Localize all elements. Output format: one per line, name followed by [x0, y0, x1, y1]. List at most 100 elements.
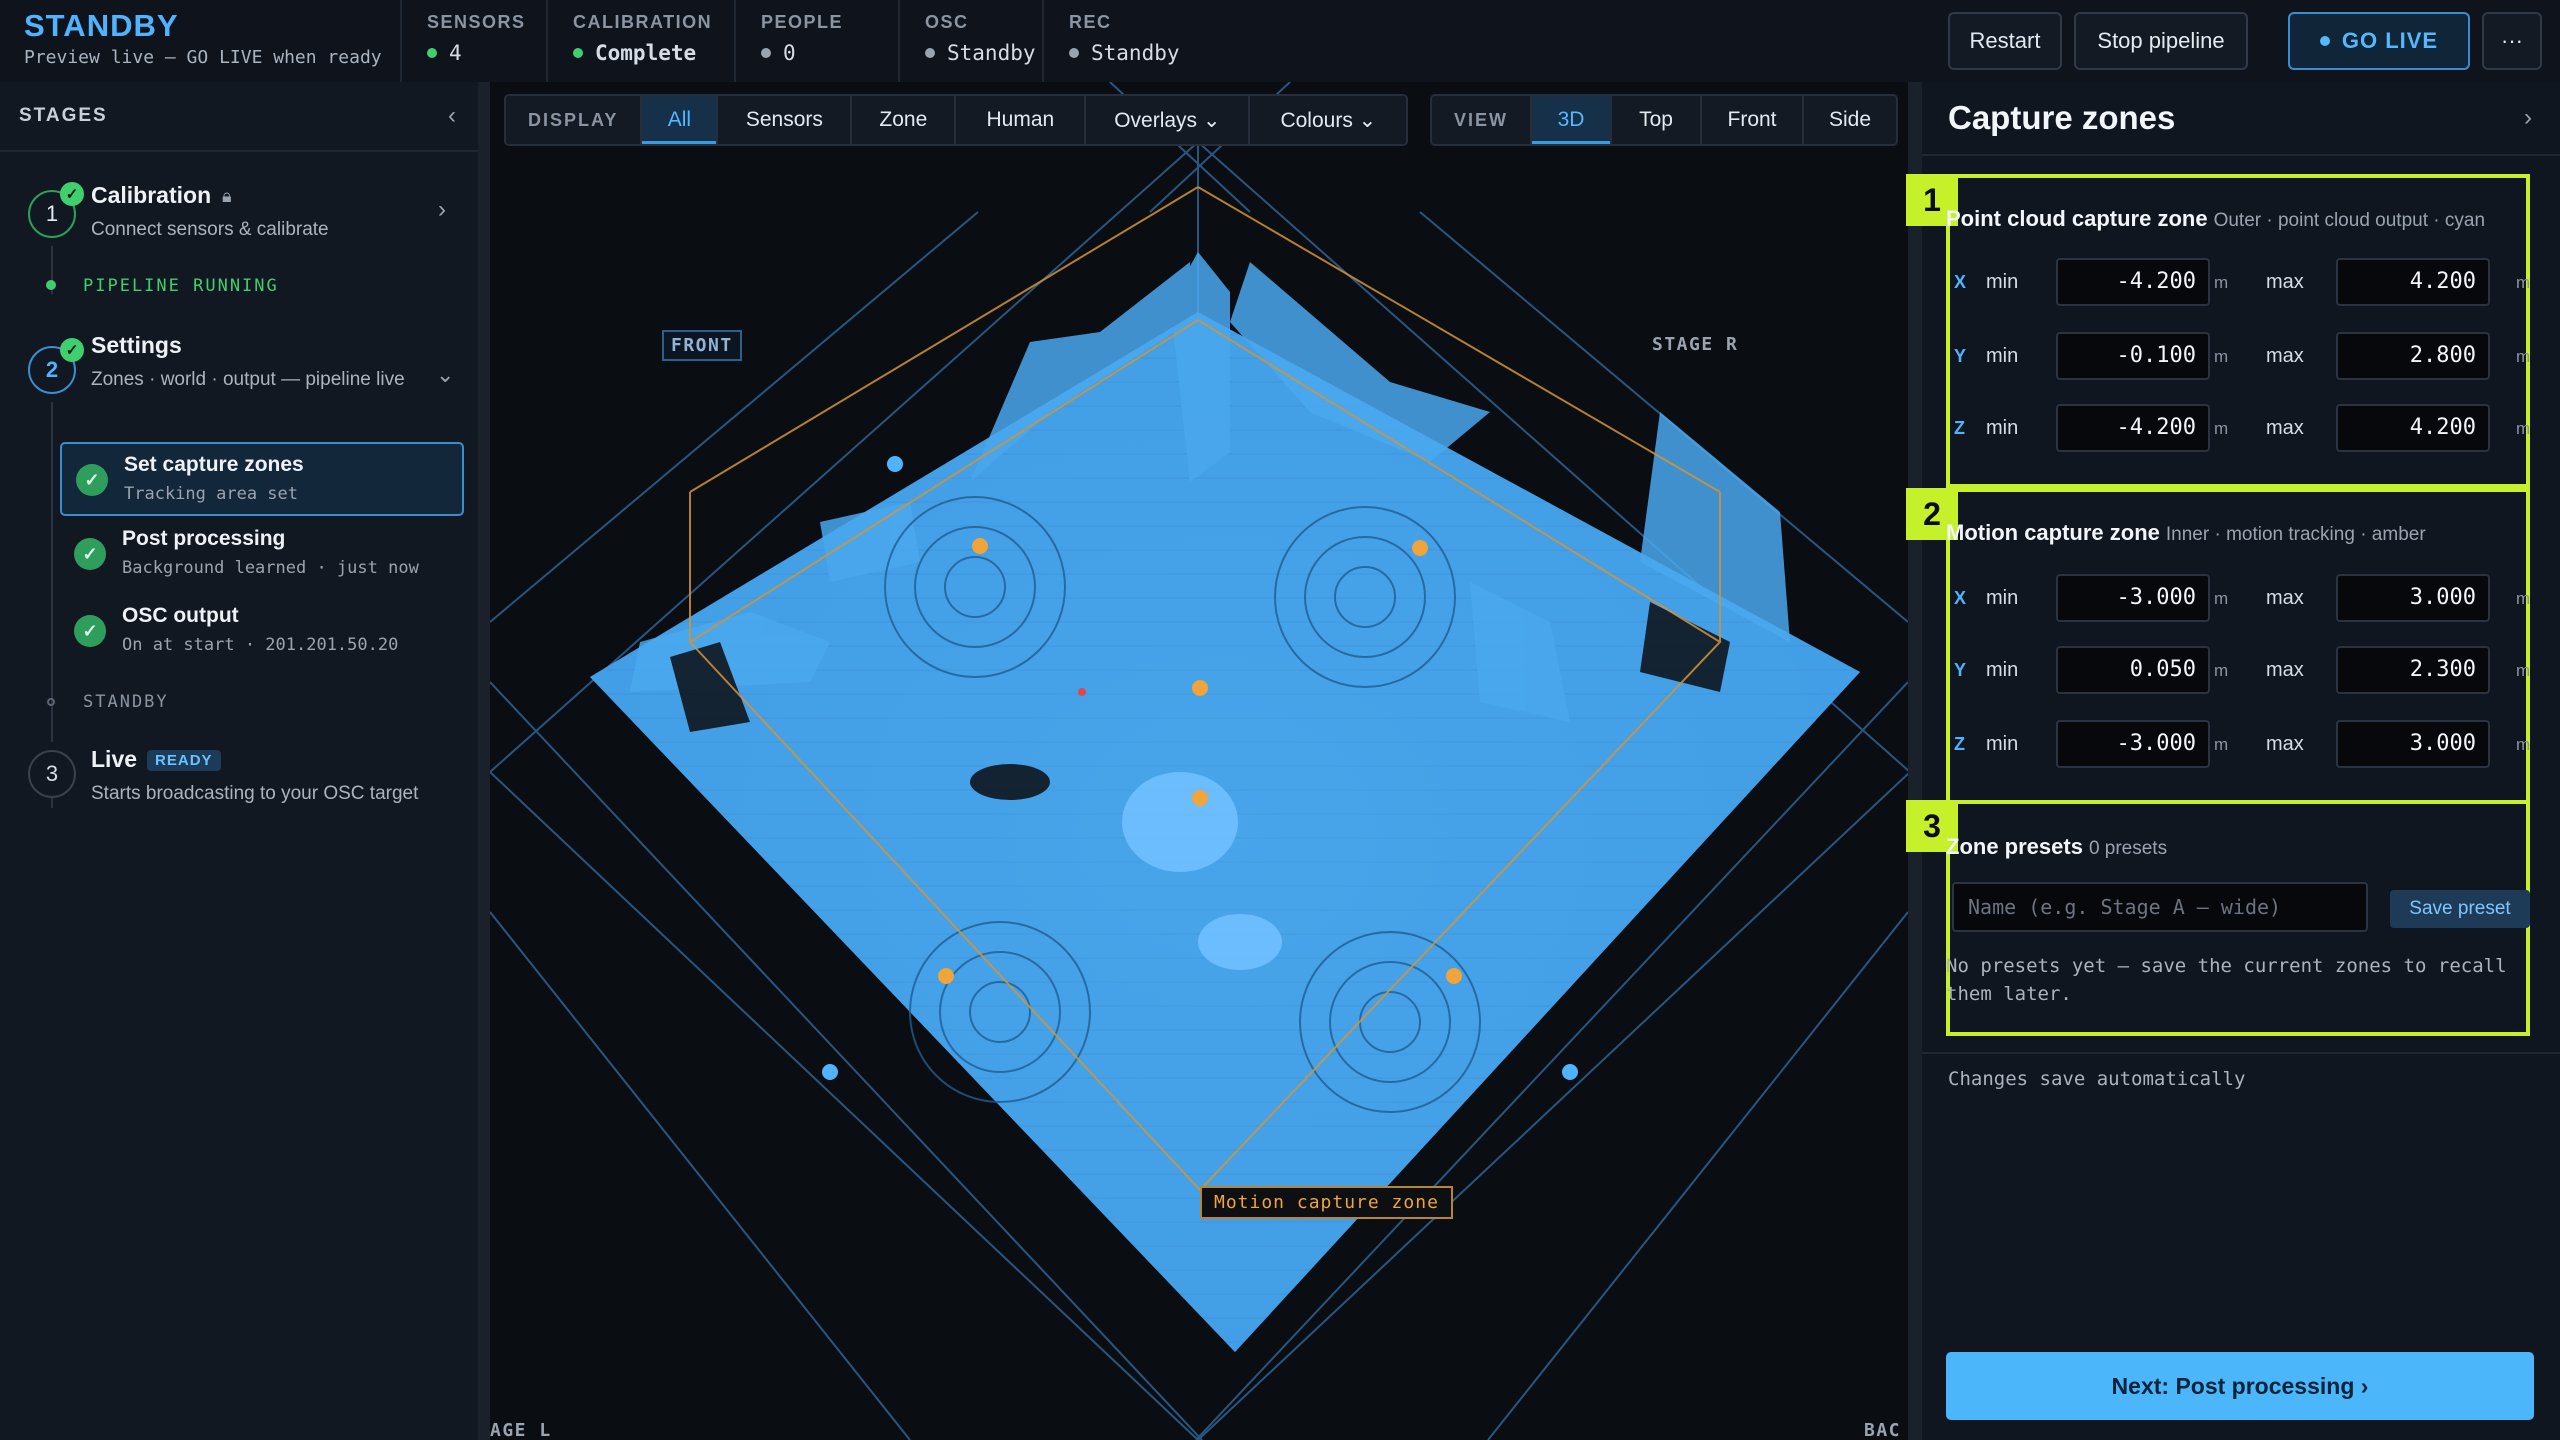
zone-note: Inner · motion tracking · amber	[2165, 524, 2426, 545]
view-side-button[interactable]: Side	[1804, 96, 1896, 144]
ready-badge: READY	[147, 750, 221, 772]
unit-label: m	[2214, 661, 2229, 680]
panel-title: Capture zones	[1948, 99, 2176, 136]
display-zone-button[interactable]: Zone	[852, 96, 957, 144]
overlays-dropdown[interactable]: Overlays ⌄	[1086, 96, 1251, 144]
x-max-input[interactable]: 3.000	[2336, 574, 2490, 622]
axis-label: Y	[1954, 660, 1967, 680]
axis-row-x: X min -3.000 m max 3.000 m	[1950, 574, 2534, 626]
check-icon: ✓	[60, 182, 84, 206]
unit-label: m	[2516, 347, 2531, 366]
y-min-input[interactable]: -0.100	[2056, 332, 2210, 380]
idle-dot-icon	[925, 48, 935, 58]
status-rec-value: Standby	[1091, 41, 1180, 65]
save-preset-button[interactable]: Save preset	[2390, 890, 2530, 928]
view-top-button[interactable]: Top	[1612, 96, 1703, 144]
substep-osc-output[interactable]: ✓ OSC output On at start · 201.201.50.20	[60, 595, 464, 669]
colours-dropdown[interactable]: Colours ⌄	[1250, 96, 1406, 144]
motion-zone-handle[interactable]	[1446, 968, 1462, 984]
axis-row-y: Y min -0.100 m max 2.800 m	[1950, 332, 2534, 384]
top-bar: STANDBY Preview live — GO LIVE when read…	[0, 0, 2560, 84]
display-all-button[interactable]: All	[642, 96, 719, 144]
y-min-input[interactable]: 0.050	[2056, 646, 2210, 694]
motion-zone-handle[interactable]	[1412, 540, 1428, 556]
substep-subtitle: On at start · 201.201.50.20	[122, 635, 399, 655]
axis-label: Y	[1954, 346, 1967, 366]
restart-button[interactable]: Restart	[1948, 12, 2062, 70]
substep-post-processing[interactable]: ✓ Post processing Background learned · j…	[60, 518, 464, 592]
substep-set-capture-zones[interactable]: ✓ Set capture zones Tracking area set	[60, 442, 464, 516]
go-live-button[interactable]: GO LIVE	[2288, 12, 2470, 70]
splitter-left[interactable]	[478, 82, 490, 1440]
unit-label: m	[2214, 735, 2229, 754]
panel-header: Capture zones ›	[1922, 82, 2560, 156]
motion-zone-section: 2 Motion capture zone Inner · motion trac…	[1906, 488, 2530, 804]
status-osc-label: OSC	[925, 12, 969, 32]
autosave-note: Changes save automatically	[1948, 1068, 2246, 1090]
status-people-value: 0	[783, 41, 796, 65]
timeline-line	[51, 402, 53, 742]
axis-label: Z	[1954, 418, 1965, 438]
axis-label: X	[1954, 588, 1967, 608]
status-rec-label: REC	[1069, 12, 1112, 32]
zone-title-row: Motion capture zone Inner · motion tracki…	[1946, 520, 2426, 546]
status-calibration: CALIBRATION Complete	[546, 0, 734, 82]
more-menu-button[interactable]: ···	[2482, 12, 2542, 70]
view-3d-button[interactable]: 3D	[1532, 96, 1613, 144]
unit-label: m	[2214, 419, 2229, 438]
preset-name-input[interactable]	[1952, 882, 2368, 932]
stage-r-label: STAGE R	[1652, 334, 1739, 355]
ok-dot-icon	[427, 48, 437, 58]
min-label: min	[1986, 345, 2019, 367]
max-label: max	[2266, 587, 2304, 609]
max-label: max	[2266, 733, 2304, 755]
splitter-right[interactable]	[1908, 82, 1922, 1440]
zone-title-row: Point cloud capture zone Outer · point cl…	[1946, 206, 2485, 232]
axis-label: Z	[1954, 734, 1965, 754]
z-max-input[interactable]: 4.200	[2336, 404, 2490, 452]
stop-pipeline-button[interactable]: Stop pipeline	[2074, 12, 2248, 70]
collapse-chevron-icon[interactable]: ‹	[448, 102, 456, 130]
idle-dot-icon	[1069, 48, 1079, 58]
axis-row-y: Y min 0.050 m max 2.300 m	[1950, 646, 2534, 698]
cloud-zone-handle[interactable]	[887, 456, 903, 472]
display-sensors-button[interactable]: Sensors	[718, 96, 853, 144]
z-min-input[interactable]: -3.000	[2056, 720, 2210, 768]
capture-zones-panel: Capture zones › 1 Point cloud capture zo…	[1906, 82, 2560, 1440]
unit-label: m	[2516, 735, 2531, 754]
motion-zone-handle[interactable]	[938, 968, 954, 984]
status-rec: REC Standby	[1042, 0, 1922, 82]
y-max-input[interactable]: 2.300	[2336, 646, 2490, 694]
chevron-right-icon: ›	[438, 196, 446, 223]
view-controls: VIEW 3D Top Front Side	[1430, 94, 1899, 146]
3d-viewport[interactable]: DISPLAY All Sensors Zone Human Overlays …	[490, 82, 1908, 1440]
stage-subtitle: Zones · world · output — pipeline live	[91, 369, 405, 390]
stage-subtitle: Connect sensors & calibrate	[91, 219, 329, 240]
y-max-input[interactable]: 2.800	[2336, 332, 2490, 380]
next-post-processing-button[interactable]: Next: Post processing ›	[1946, 1352, 2534, 1420]
back-label: BAC	[1864, 1420, 1902, 1440]
motion-zone-handle[interactable]	[1192, 680, 1208, 696]
point-cloud-canvas[interactable]	[490, 82, 1908, 1440]
cloud-zone-handle[interactable]	[1562, 1064, 1578, 1080]
x-min-input[interactable]: -4.200	[2056, 258, 2210, 306]
cloud-zone-handle[interactable]	[822, 1064, 838, 1080]
view-front-button[interactable]: Front	[1702, 96, 1805, 144]
z-min-input[interactable]: -4.200	[2056, 404, 2210, 452]
presets-empty-text: No presets yet — save the current zones …	[1946, 955, 2507, 1005]
z-max-input[interactable]: 3.000	[2336, 720, 2490, 768]
unit-label: m	[2516, 661, 2531, 680]
chevron-right-icon[interactable]: ›	[2524, 104, 2532, 132]
x-max-input[interactable]: 4.200	[2336, 258, 2490, 306]
check-icon: ✓	[76, 464, 108, 496]
axis-row-z: Z min -3.000 m max 3.000 m	[1950, 720, 2534, 772]
x-min-input[interactable]: -3.000	[2056, 574, 2210, 622]
min-label: min	[1986, 271, 2019, 293]
presets-count: 0 presets	[2088, 838, 2168, 859]
motion-zone-handle[interactable]	[972, 538, 988, 554]
view-label: VIEW	[1432, 96, 1533, 144]
unit-label: m	[2214, 347, 2229, 366]
motion-zone-handle[interactable]	[1192, 790, 1208, 806]
zone-note: Outer · point cloud output · cyan	[2213, 210, 2486, 231]
display-human-button[interactable]: Human	[956, 96, 1087, 144]
